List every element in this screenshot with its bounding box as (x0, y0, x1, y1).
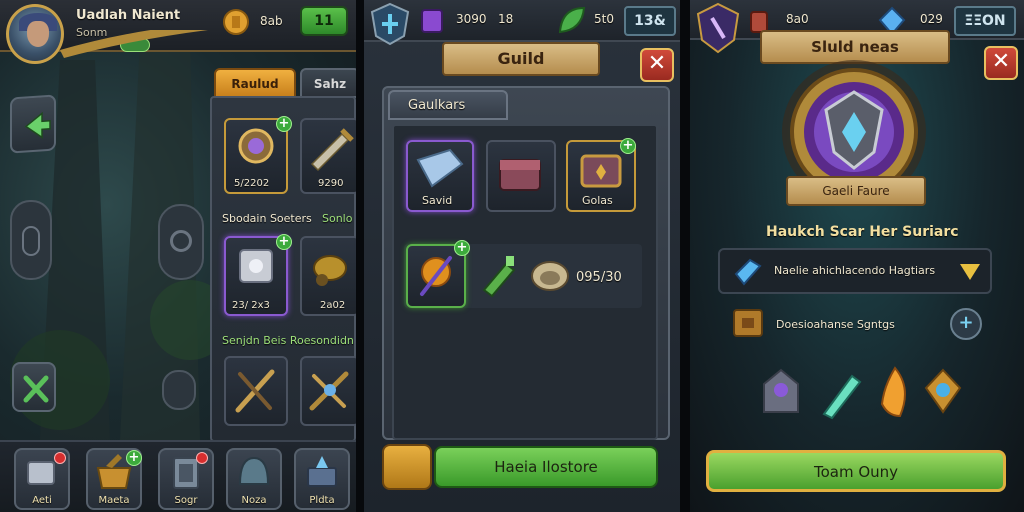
orb-staff-icon (420, 256, 452, 296)
panel-divider (356, 0, 364, 512)
add-armor-icon[interactable]: + (276, 234, 292, 250)
small-dial[interactable] (162, 370, 196, 410)
item-slot-staff[interactable] (224, 356, 288, 426)
slot-chest[interactable] (486, 140, 556, 212)
tab-gaulkars-label: Gaulkars (408, 98, 466, 113)
section-title-2: Senjdn Beis Roesondidn (222, 334, 354, 347)
resource2-amount: 5t0 (594, 12, 614, 26)
close-icon: ✕ (991, 49, 1011, 74)
guild-shield-icon[interactable] (370, 2, 410, 46)
ice-shard-icon (734, 258, 762, 286)
inventory-panel: Uadlah Naient Sonm 8ab 11 Raulud Sahz 5/… (0, 0, 356, 512)
item-slot-sword[interactable]: 9290 (300, 118, 356, 194)
resource3-counter[interactable]: ΞΞON (954, 6, 1016, 36)
crystal-dagger-icon (822, 374, 862, 420)
close-icon: ✕ (647, 51, 667, 76)
add-amulet-icon[interactable]: + (276, 116, 292, 132)
add-orb-icon[interactable]: + (454, 240, 470, 256)
slot-golas-label: Golas (582, 194, 613, 207)
crate-icon (733, 309, 763, 337)
tab-raulud[interactable]: Raulud (214, 68, 296, 98)
add-stat-button[interactable]: + (950, 308, 982, 340)
add-golas-icon[interactable]: + (620, 138, 636, 154)
cannon-icon (313, 255, 347, 286)
gold-coin-icon (223, 9, 249, 35)
confirm-button[interactable]: Toam Ouny (706, 450, 1006, 492)
arrow-up-icon (960, 264, 980, 280)
primary-action-button[interactable]: Haeia Ilostore (434, 446, 658, 488)
notification-badge (54, 452, 66, 464)
crossbow-icon (309, 371, 349, 411)
resource1b-amount: 18 (498, 12, 514, 26)
emblem-shield-icon[interactable] (696, 2, 740, 54)
dial-knob (170, 230, 192, 252)
avatar-face (27, 21, 49, 47)
cancel-button[interactable] (12, 362, 56, 412)
item-sword-label: 9290 (318, 178, 344, 189)
right-dial[interactable] (158, 204, 204, 280)
x-cross-icon (23, 375, 49, 403)
crystal-chest-icon (307, 456, 337, 487)
left-joystick[interactable] (10, 200, 52, 280)
nav-button-pldta[interactable]: Pldta (294, 448, 350, 510)
stat-row-1-label: Naelie ahichlacendo Hagtiars (774, 264, 936, 277)
item-amulet-label: 5/2202 (234, 178, 270, 189)
gold-amount: 8ab (260, 14, 283, 28)
back-arrow-icon (24, 111, 51, 139)
ice-block-icon (416, 148, 464, 188)
game-screen-collage: Uadlah Naient Sonm 8ab 11 Raulud Sahz 5/… (0, 0, 1024, 512)
iron-ore-icon (531, 261, 569, 291)
stone-helm-icon (763, 368, 799, 413)
emblem-caption-banner: Gaeli Faure (786, 176, 926, 206)
xp-ornament (60, 30, 208, 58)
joystick-knob (22, 226, 40, 256)
resource1-amount: 8a0 (786, 12, 809, 26)
stat-row-2-label: Doesioahanse Sgntgs (776, 318, 895, 331)
section-title-1: Sbodain Soeters (222, 212, 312, 225)
panel-divider (680, 0, 690, 512)
resource-button[interactable]: 11 (300, 6, 348, 36)
flame-blade-icon (880, 366, 906, 418)
item-slot-cannon[interactable]: 2a02 (300, 236, 356, 316)
potion-bottle-icon (482, 256, 516, 298)
nav-label-sogr: Sogr (174, 495, 198, 506)
guild-panel: 3090 18 5t0 13& Guild ✕ Gaulkars Savid G… (364, 0, 680, 512)
resource1-amount: 3090 (456, 12, 487, 26)
item-slot-crossbow[interactable] (300, 356, 356, 426)
section-aside-1: Sonlo (322, 212, 353, 225)
helmet-icon (238, 456, 270, 485)
add-maeta-icon[interactable]: + (126, 450, 142, 466)
side-action-button[interactable] (382, 444, 432, 490)
player-avatar[interactable] (6, 4, 64, 64)
nav-button-noza[interactable]: Noza (226, 448, 282, 510)
notification-badge (196, 452, 208, 464)
close-button[interactable]: ✕ (984, 46, 1018, 80)
item-armor-label: 23/ 2x3 (232, 300, 270, 311)
tab-gaulkars[interactable]: Gaulkars (388, 90, 508, 120)
nav-label-maeta: Maeta (98, 495, 130, 506)
staff-icon (235, 369, 275, 413)
green-leaf-icon (558, 6, 586, 34)
sword-icon (310, 128, 354, 172)
detail-heading: Haukch Scar Her Suriarc (766, 224, 959, 240)
player-name: Uadlah Naient (76, 8, 181, 23)
treasure-chest-icon (499, 159, 541, 191)
item-cannon-label: 2a02 (320, 300, 346, 311)
slot-savid-label: Savid (422, 194, 453, 207)
nav-label-pldta: Pldta (309, 495, 335, 506)
plus-icon: + (958, 312, 974, 333)
slot-savid[interactable]: Savid (406, 140, 474, 212)
guild-title-banner: Guild (442, 42, 600, 76)
reward-count: 095/30 (576, 270, 622, 285)
nav-label-noza: Noza (241, 495, 267, 506)
shield-detail-panel: 8a0 029 ΞΞON Sluld neas ✕ Gaeli Faure Ha… (690, 0, 1024, 512)
purple-gem-icon (421, 9, 443, 33)
resource3-counter[interactable]: 13& (624, 6, 676, 36)
resource2-amount: 029 (920, 12, 943, 26)
sapphire-amulet-icon (924, 368, 962, 414)
close-button[interactable]: ✕ (640, 48, 674, 82)
tab-sahz[interactable]: Sahz (300, 68, 356, 98)
back-button[interactable] (10, 94, 56, 154)
nav-label-aeti: Aeti (32, 495, 52, 506)
